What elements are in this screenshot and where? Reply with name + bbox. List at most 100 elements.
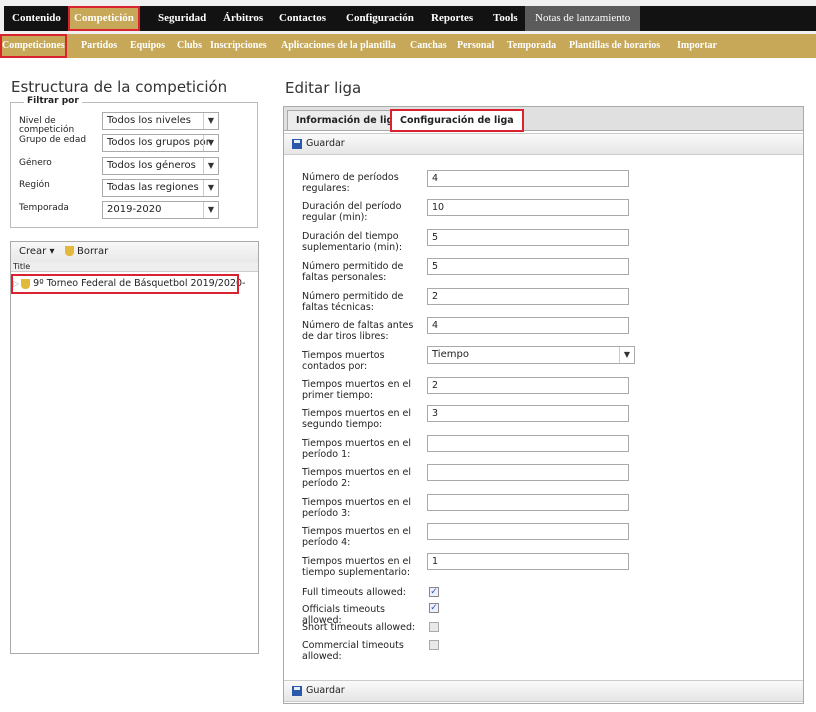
subnav-personal[interactable]: Personal bbox=[457, 34, 494, 58]
save-label-bottom: Guardar bbox=[306, 685, 345, 696]
filter-grupo-select[interactable]: Todos los grupos por ▼ bbox=[102, 134, 219, 152]
filter-region-select[interactable]: Todas las regiones ▼ bbox=[102, 179, 219, 197]
label-tm-periodo2: Tiempos muertos en el período 2: bbox=[302, 467, 411, 489]
subnav-canchas[interactable]: Canchas bbox=[410, 34, 447, 58]
top-bar: Contenido Competición Seguridad Árbitros… bbox=[0, 0, 816, 34]
filter-region-value: Todas las regiones bbox=[107, 182, 199, 193]
input-faltas-tecnicas[interactable]: 2 bbox=[427, 288, 629, 305]
subnav-aplicaciones[interactable]: Aplicaciones de la plantilla bbox=[281, 34, 396, 58]
nav-competicion[interactable]: Competición bbox=[68, 6, 140, 31]
input-duracion-suplementario[interactable]: 5 bbox=[427, 229, 629, 246]
save-button-bottom[interactable]: Guardar bbox=[292, 681, 345, 701]
create-label: Crear bbox=[19, 246, 47, 257]
nav-contenido[interactable]: Contenido bbox=[8, 6, 65, 31]
label-faltas-personales: Número permitido de faltas personales: bbox=[302, 261, 404, 283]
select-tiempos-contados[interactable]: Tiempo ▼ bbox=[427, 346, 635, 364]
chevron-down-icon: ▼ bbox=[203, 158, 218, 174]
subnav-importar[interactable]: Importar bbox=[677, 34, 717, 58]
label-tiempos-contados: Tiempos muertos contados por: bbox=[302, 350, 385, 372]
input-tm-periodo1[interactable] bbox=[427, 435, 629, 452]
create-button[interactable]: Crear ▾ bbox=[19, 246, 54, 257]
label-faltas-tiros-libres: Número de faltas antes de dar tiros libr… bbox=[302, 320, 414, 342]
chevron-down-icon: ▼ bbox=[203, 180, 218, 196]
nav-tools[interactable]: Tools bbox=[489, 6, 522, 31]
filter-label-nivel: Nivel de competición bbox=[19, 116, 75, 135]
save-button-top[interactable]: Guardar bbox=[292, 134, 345, 154]
label-tm-segundo: Tiempos muertos en el segundo tiempo: bbox=[302, 408, 411, 430]
input-duracion-periodo[interactable]: 10 bbox=[427, 199, 629, 216]
save-label-top: Guardar bbox=[306, 138, 345, 149]
competition-tree: Crear ▾ Borrar Title ▷ 9º Torneo Federal … bbox=[10, 241, 259, 654]
main-nav: Contenido Competición Seguridad Árbitros… bbox=[4, 6, 816, 31]
filter-temporada-value: 2019-2020 bbox=[107, 204, 162, 215]
tree-row[interactable]: ▷ 9º Torneo Federal de Básquetbol 2019/20… bbox=[11, 274, 245, 294]
subnav-inscripciones[interactable]: Inscripciones bbox=[210, 34, 267, 58]
label-tm-periodo4: Tiempos muertos en el período 4: bbox=[302, 526, 411, 548]
delete-button[interactable]: Borrar bbox=[65, 246, 108, 257]
label-duracion-periodo: Duración del período regular (min): bbox=[302, 201, 402, 223]
input-faltas-personales[interactable]: 5 bbox=[427, 258, 629, 275]
tab-config-liga[interactable]: Configuración de liga bbox=[390, 109, 524, 132]
nav-contactos[interactable]: Contactos bbox=[275, 6, 330, 31]
input-tm-periodo2[interactable] bbox=[427, 464, 629, 481]
tree-toolbar: Crear ▾ Borrar bbox=[11, 242, 258, 263]
checkbox-full-timeouts[interactable]: ✓ bbox=[429, 587, 439, 597]
filter-genero-value: Todos los géneros bbox=[107, 160, 196, 171]
subnav-competiciones[interactable]: Competiciones bbox=[0, 34, 67, 58]
subnav-temporada[interactable]: Temporada bbox=[507, 34, 556, 58]
label-tm-primer: Tiempos muertos en el primer tiempo: bbox=[302, 379, 411, 401]
nav-seguridad[interactable]: Seguridad bbox=[154, 6, 210, 31]
filter-label-grupo: Grupo de edad bbox=[19, 135, 87, 145]
filter-temporada-select[interactable]: 2019-2020 ▼ bbox=[102, 201, 219, 219]
bottom-toolbar: Guardar bbox=[284, 680, 803, 702]
edit-league-title: Editar liga bbox=[285, 79, 362, 97]
filter-nivel-select[interactable]: Todos los niveles ▼ bbox=[102, 112, 219, 130]
label-full-timeouts: Full timeouts allowed: bbox=[302, 587, 407, 598]
chevron-down-icon: ▼ bbox=[203, 113, 218, 129]
input-tm-segundo[interactable]: 3 bbox=[427, 405, 629, 422]
expand-arrow-icon[interactable]: ▷ bbox=[13, 279, 19, 288]
filter-label-region: Región bbox=[19, 180, 50, 190]
nav-reportes[interactable]: Reportes bbox=[427, 6, 477, 31]
nav-notas[interactable]: Notas de lanzamiento bbox=[525, 6, 641, 31]
save-disk-icon bbox=[292, 138, 302, 149]
label-commercial-timeouts: Commercial timeouts allowed: bbox=[302, 640, 404, 662]
label-duracion-suplementario: Duración del tiempo suplementario (min): bbox=[302, 231, 403, 253]
checkbox-officials-timeouts[interactable]: ✓ bbox=[429, 603, 439, 613]
input-faltas-tiros-libres[interactable]: 4 bbox=[427, 317, 629, 334]
caret-down-icon: ▾ bbox=[49, 246, 55, 257]
top-toolbar: Guardar bbox=[284, 133, 803, 155]
filter-label-genero: Género bbox=[19, 158, 52, 168]
filter-label-temporada: Temporada bbox=[19, 203, 69, 213]
subnav-partidos[interactable]: Partidos bbox=[81, 34, 117, 58]
chevron-down-icon: ▼ bbox=[203, 202, 218, 218]
chevron-down-icon: ▼ bbox=[203, 135, 218, 151]
delete-label: Borrar bbox=[77, 246, 109, 257]
nav-arbitros[interactable]: Árbitros bbox=[219, 6, 267, 31]
filter-genero-select[interactable]: Todos los géneros ▼ bbox=[102, 157, 219, 175]
subnav-equipos[interactable]: Equipos bbox=[130, 34, 165, 58]
label-tm-periodo1: Tiempos muertos en el período 1: bbox=[302, 438, 411, 460]
filter-nivel-value: Todos los niveles bbox=[107, 115, 191, 126]
input-periodos[interactable]: 4 bbox=[427, 170, 629, 187]
label-tm-suplementario: Tiempos muertos en el tiempo suplementar… bbox=[302, 556, 411, 578]
label-short-timeouts: Short timeouts allowed: bbox=[302, 622, 416, 633]
select-tiempos-contados-value: Tiempo bbox=[432, 349, 469, 360]
sub-nav: Competiciones Partidos Equipos Clubs Ins… bbox=[0, 34, 816, 58]
filter-legend: Filtrar por bbox=[24, 96, 82, 106]
trophy-icon bbox=[21, 278, 31, 289]
subnav-plantillas[interactable]: Plantillas de horarios bbox=[569, 34, 660, 58]
subnav-clubs[interactable]: Clubs bbox=[177, 34, 202, 58]
tree-column-title: Title bbox=[11, 262, 258, 272]
nav-configuracion[interactable]: Configuración bbox=[342, 6, 418, 31]
input-tm-suplementario[interactable]: 1 bbox=[427, 553, 629, 570]
input-tm-periodo3[interactable] bbox=[427, 494, 629, 511]
structure-title: Estructura de la competición bbox=[11, 78, 228, 96]
checkbox-short-timeouts[interactable] bbox=[429, 622, 439, 632]
input-tm-primer[interactable]: 2 bbox=[427, 377, 629, 394]
filter-grupo-value: Todos los grupos por bbox=[107, 137, 210, 148]
save-disk-icon bbox=[292, 685, 302, 696]
input-tm-periodo4[interactable] bbox=[427, 523, 629, 540]
checkbox-commercial-timeouts[interactable] bbox=[429, 640, 439, 650]
trophy-icon bbox=[65, 246, 74, 256]
